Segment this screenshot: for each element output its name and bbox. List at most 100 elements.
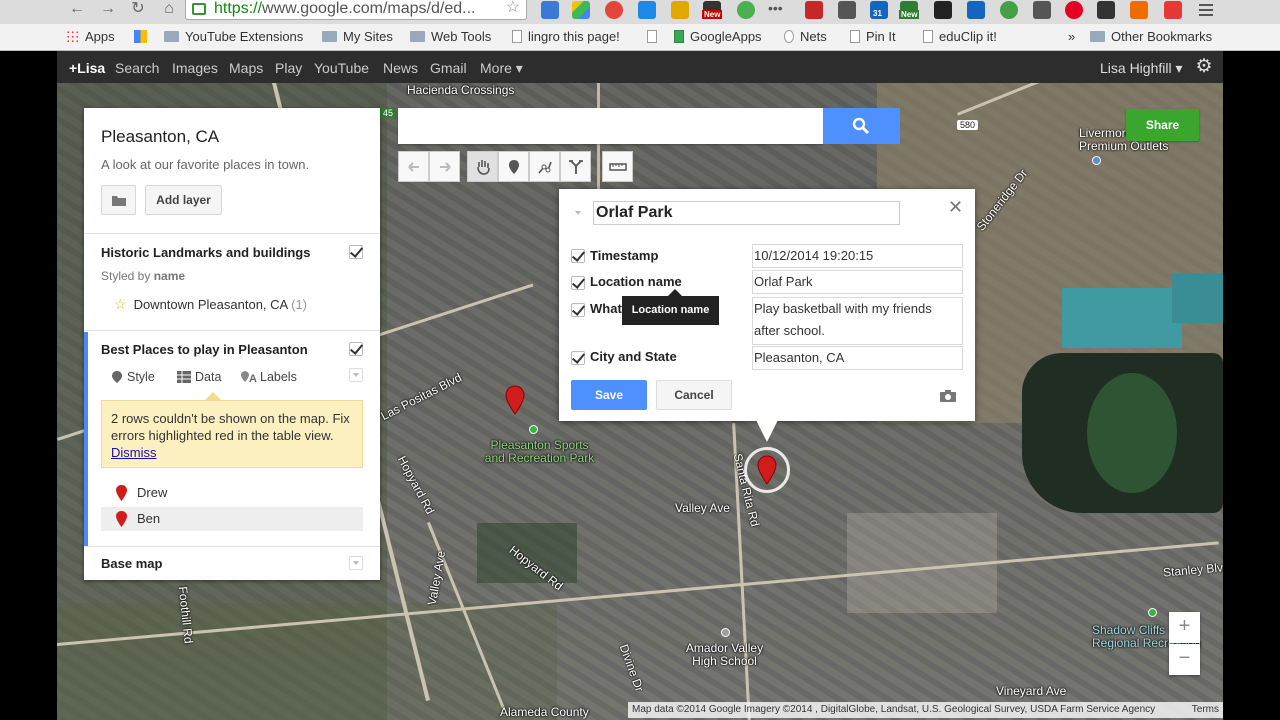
map-pin-drew[interactable] [505,385,525,415]
bookmark-other[interactable]: Other Bookmarks [1090,28,1212,46]
redo-button[interactable] [429,151,460,182]
pan-tool-button[interactable] [467,151,498,182]
chart-extension-icon[interactable] [967,1,985,19]
power-extension-icon[interactable] [605,1,623,19]
city-state-value[interactable]: Pleasanton, CA [752,346,963,370]
gbar-news[interactable]: News [383,60,418,76]
gbar-play[interactable]: Play [275,60,302,76]
map-title[interactable]: Pleasanton, CA [101,127,219,147]
location-name-value[interactable]: Orlaf Park [752,270,963,294]
bookmark-educlip[interactable]: eduClip it! [923,28,997,46]
layer2-labels-tab[interactable]: A Labels [240,370,297,385]
gear-icon[interactable]: ⚙ [1194,57,1214,77]
calendar-extension-icon[interactable]: 31 [870,1,888,19]
layer2-data-tab[interactable]: Data [177,370,221,384]
forward-arrow-icon[interactable]: → [97,0,119,20]
bookmark-googleapps[interactable]: GoogleApps [674,28,762,46]
translate-extension-icon[interactable] [541,1,559,19]
pinterest-extension-icon[interactable] [1065,1,1083,19]
save-button[interactable]: Save [571,380,647,410]
gbar-plus-lisa[interactable]: +Lisa [69,60,105,76]
bookmark-lingro[interactable]: lingro this page! [512,28,620,46]
bookmark-nets[interactable]: Nets [784,28,827,46]
directions-button[interactable] [560,151,591,182]
scissors-extension-icon[interactable] [805,1,823,19]
base-map-dropdown[interactable] [349,556,363,570]
close-icon[interactable]: ✕ [948,197,963,218]
gbar-more[interactable]: More ▾ [480,60,523,77]
what-checkbox[interactable] [571,303,585,317]
gbar-images[interactable]: Images [172,60,218,76]
zoom-in-button[interactable]: + [1169,612,1200,643]
new-extension-2-icon[interactable]: New [899,1,920,19]
add-layer-button[interactable]: Add layer [145,185,222,215]
layer1-item[interactable]: ☆ Downtown Pleasanton, CA (1) [114,296,307,313]
bookmark-pin-it[interactable]: Pin It [850,28,896,46]
undo-button[interactable] [398,151,429,182]
zoom-out-button[interactable]: − [1169,644,1200,675]
bookmark-web-tools[interactable]: Web Tools [410,28,491,46]
base-map-title[interactable]: Base map [101,556,162,571]
sports-park-poi-icon[interactable] [529,425,538,434]
search-button[interactable] [823,108,900,144]
back-arrow-icon[interactable]: ← [66,0,88,20]
layer2-title[interactable]: Best Places to play in Pleasanton [101,342,308,357]
timestamp-checkbox[interactable] [571,249,585,263]
dismiss-link[interactable]: Dismiss [111,445,157,460]
quote-extension-icon[interactable] [1000,1,1018,19]
menu-icon[interactable] [1197,1,1215,19]
map-description[interactable]: A look at our favorite places in town. [101,157,309,172]
gbar-maps[interactable]: Maps [229,60,263,76]
share-button[interactable]: Share [1126,109,1199,141]
open-folder-button[interactable] [101,185,136,215]
gbar-user[interactable]: Lisa Highfill ▾ [1100,60,1183,77]
new-extension-icon[interactable]: New [702,1,723,19]
gbar-search[interactable]: Search [115,60,159,76]
more-bookmarks-chevron[interactable]: » [1068,28,1075,46]
layer2-style-tab[interactable]: Style [111,370,155,384]
layer2-visibility-checkbox[interactable] [349,342,363,356]
d-extension-icon[interactable] [638,1,656,19]
bookmark-blank[interactable] [647,28,663,46]
measure-button[interactable] [602,151,633,182]
school-poi-icon[interactable] [721,628,730,637]
add-marker-button[interactable] [498,151,529,182]
list-item-drew[interactable]: Drew [101,481,363,505]
location-name-checkbox[interactable] [571,276,585,290]
red-extension-icon[interactable] [1164,1,1182,19]
address-bar[interactable]: https://www.google.com/maps/d/ed... ☆ [185,0,527,20]
draw-line-button[interactable] [529,151,560,182]
bookmark-youtube-extensions[interactable]: YouTube Extensions [164,28,303,46]
bookmark-star-icon[interactable]: ☆ [506,0,520,17]
shadow-cliffs-poi-icon[interactable] [1148,608,1157,617]
bird-extension-icon[interactable] [1097,1,1115,19]
map-pin-ben-selected[interactable] [757,455,777,485]
bookmark-my-sites[interactable]: My Sites [322,28,393,46]
cancel-button[interactable]: Cancel [656,380,732,410]
clock-extension-icon[interactable] [1130,1,1148,19]
more-dots-icon[interactable]: ••• [768,1,786,19]
what-value[interactable]: Play basketball with my friends after sc… [752,297,963,345]
layer1-visibility-checkbox[interactable] [349,245,363,259]
layer1-title[interactable]: Historic Landmarks and buildings [101,245,310,260]
timestamp-value[interactable]: 10/12/2014 19:20:15 [752,244,963,268]
speaker-extension-icon[interactable] [671,1,689,19]
grammar-extension-icon[interactable] [737,1,755,19]
gbar-youtube[interactable]: YouTube [314,60,369,76]
layer2-options-dropdown[interactable] [349,368,363,382]
pen-extension-icon[interactable] [934,1,952,19]
reload-icon[interactable]: ↻ [127,0,149,20]
camera-extension-icon[interactable] [1033,1,1051,19]
terms-link[interactable]: Terms [1192,702,1219,718]
layer1-styled-by[interactable]: Styled by name [101,269,185,283]
drive-extension-icon[interactable] [572,1,590,19]
outlets-poi-icon[interactable] [1092,156,1101,165]
city-state-checkbox[interactable] [571,351,585,365]
style-dropdown-icon[interactable] [572,207,586,221]
list-item-ben[interactable]: Ben [101,507,363,531]
gbar-gmail[interactable]: Gmail [430,60,467,76]
eyedropper-extension-icon[interactable] [838,1,856,19]
camera-icon[interactable] [939,389,957,403]
map-search-input[interactable] [398,108,823,144]
home-icon[interactable]: ⌂ [158,0,180,20]
